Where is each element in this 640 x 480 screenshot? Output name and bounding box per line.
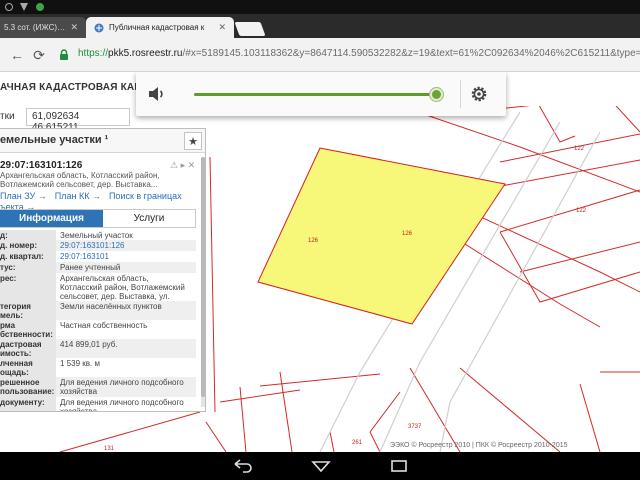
volume-slider-thumb[interactable] bbox=[430, 88, 443, 101]
reload-icon[interactable]: ⟳ bbox=[30, 46, 48, 64]
property-row: д: Земельный участок bbox=[0, 230, 133, 240]
android-status-bar bbox=[0, 0, 640, 14]
property-row: тус: Ранее учтенный bbox=[0, 262, 196, 273]
panel-scrollbar[interactable] bbox=[201, 157, 205, 407]
url-path: /#x=5189145.103118362&y=8647114.59053228… bbox=[182, 48, 640, 59]
tab-information[interactable]: Информация bbox=[0, 210, 103, 227]
divider bbox=[460, 80, 461, 108]
property-list: д: Земельный участок д. номер: 29:07:16310… bbox=[0, 230, 196, 411]
search-type-select[interactable]: тки bbox=[0, 108, 26, 126]
url-protocol: https:// bbox=[78, 48, 109, 59]
web-viewport: 126 126 122 122 131 261 3737 АЧНАЯ КАДАС… bbox=[0, 72, 640, 452]
property-row: рма бственности: Частная собственность bbox=[0, 320, 148, 339]
address-bar: ← ⟳ https://pkk5.rosreestr.ru/#x=5189145… bbox=[0, 38, 640, 72]
selected-parcel[interactable] bbox=[257, 147, 506, 325]
gear-icon[interactable] bbox=[469, 84, 489, 104]
back-icon[interactable] bbox=[232, 458, 254, 474]
tab-title: Публичная кадастровая к bbox=[109, 23, 205, 32]
property-row: д. квартал: 29:07:163101 bbox=[0, 251, 109, 262]
new-tab-button[interactable] bbox=[234, 22, 266, 36]
object-info-panel: емельные участки ¹ ★ 29:07:163101:126 ⚠ … bbox=[0, 128, 206, 412]
recents-icon[interactable] bbox=[388, 458, 410, 474]
object-tools[interactable]: ⚠ ▸ ✕ bbox=[170, 160, 195, 171]
tab-close-icon[interactable]: ✕ bbox=[70, 22, 78, 33]
panel-title: емельные участки ¹ bbox=[0, 134, 109, 146]
map-label: 122 bbox=[574, 146, 585, 152]
plan-kk-link[interactable]: План КК → bbox=[55, 191, 101, 201]
back-arrow-icon[interactable]: ← bbox=[8, 46, 26, 64]
map-label: 3737 bbox=[408, 424, 422, 430]
property-row: дастровая имость: 414 899,01 руб. bbox=[0, 339, 196, 358]
parcel-label: 126 bbox=[308, 238, 319, 244]
panel-header: емельные участки ¹ ★ bbox=[0, 129, 205, 153]
home-icon[interactable] bbox=[310, 458, 332, 474]
coordinates-search-input[interactable]: 61,092634 46,615211 bbox=[26, 108, 130, 133]
url-host: pkk5.rosreestr.ru bbox=[108, 48, 183, 59]
browser-tab-inactive[interactable]: 5.3 сот. (ИЖС) - в ✕ bbox=[0, 17, 86, 38]
plan-zu-link[interactable]: План ЗУ → bbox=[0, 191, 47, 201]
url-field[interactable]: https://pkk5.rosreestr.ru/#x=5189145.103… bbox=[78, 48, 640, 59]
map-label: 261 bbox=[352, 440, 363, 446]
favicon-icon bbox=[94, 23, 104, 32]
favorite-star-button[interactable]: ★ bbox=[184, 132, 202, 150]
browser-tab-active[interactable]: Публичная кадастровая к ✕ bbox=[86, 17, 234, 38]
object-address: Архангельская область, Котласский район,… bbox=[0, 171, 160, 189]
status-icons bbox=[5, 3, 44, 11]
volume-slider-track[interactable] bbox=[194, 93, 438, 96]
search-in-bounds-link[interactable]: Поиск в границах bbox=[109, 191, 182, 201]
map-attribution: ЭЭКО © Росреестр 2010 | ПКК © Росреестр … bbox=[390, 442, 568, 449]
browser-tab-strip: 5.3 сот. (ИЖС) - в ✕ Публичная кадастров… bbox=[0, 14, 640, 38]
panel-tabs: Информация Услуги bbox=[0, 209, 196, 228]
speaker-icon[interactable] bbox=[146, 84, 166, 104]
lock-icon bbox=[60, 49, 68, 60]
volume-popup bbox=[136, 72, 506, 116]
property-row: тегория мель: Земли населённых пунктов bbox=[0, 301, 196, 320]
property-row: документу: Для ведения личного подсобного… bbox=[0, 397, 196, 411]
property-row: решенное пользование: Для ведения личного… bbox=[0, 377, 196, 397]
property-row: д. номер: 29:07:163101:126 bbox=[0, 240, 196, 251]
map-label: 122 bbox=[576, 208, 587, 214]
site-title: АЧНАЯ КАДАСТРОВАЯ КАРТА bbox=[0, 82, 155, 93]
parcel-label: 126 bbox=[402, 231, 413, 237]
tab-title: 5.3 сот. (ИЖС) - в bbox=[4, 23, 67, 32]
scrollbar-thumb[interactable] bbox=[201, 157, 205, 397]
tab-close-icon[interactable]: ✕ bbox=[218, 22, 226, 33]
object-cadastral-number: 29:07:163101:126 bbox=[0, 160, 83, 171]
property-row: рес: Архангельская область, Котласский ра… bbox=[0, 273, 185, 310]
tab-services[interactable]: Услуги bbox=[103, 210, 195, 227]
property-row: лченная ощадь: 1 539 кв. м bbox=[0, 358, 100, 377]
android-nav-bar bbox=[0, 452, 640, 480]
